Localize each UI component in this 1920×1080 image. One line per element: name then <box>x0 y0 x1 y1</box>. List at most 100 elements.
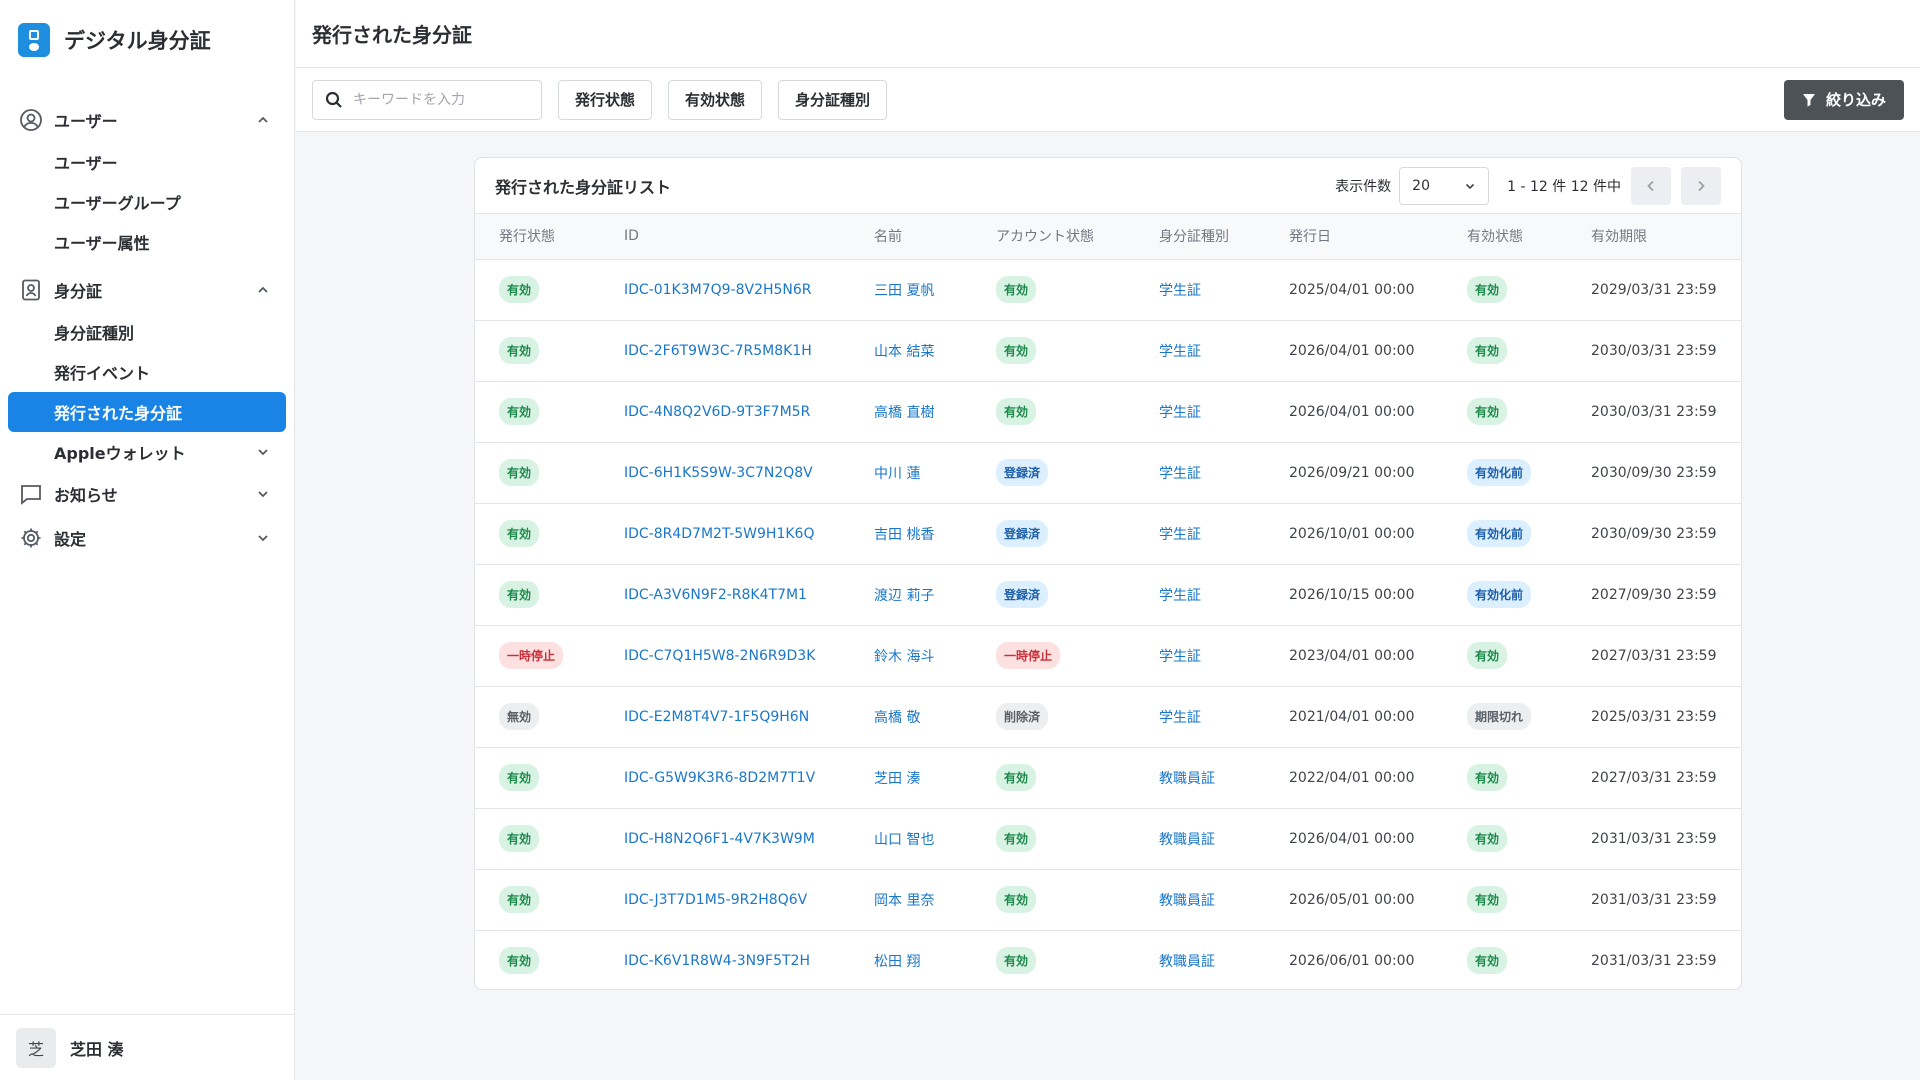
sidebar-item-user-groups[interactable]: ユーザーグループ <box>0 182 294 222</box>
table-row[interactable]: 有効 IDC-K6V1R8W4-3N9F5T2H 松田 翔 有効 教職員証 2026/06… <box>475 930 1741 989</box>
search-input[interactable] <box>353 91 523 108</box>
table-row[interactable]: 無効 IDC-E2M8T4V7-1F5Q9H6N 高橋 敬 削除済 学生証 2021/04… <box>475 686 1741 748</box>
sidebar-item-user-attributes[interactable]: ユーザー属性 <box>0 222 294 262</box>
id-link[interactable]: IDC-4N8Q2V6D-9T3F7M5R <box>624 404 810 420</box>
status-badge: 有効 <box>1467 398 1508 425</box>
status-badge: 有効 <box>499 825 540 852</box>
column-header[interactable]: 名前 <box>850 214 972 260</box>
name-link[interactable]: 鈴木 海斗 <box>874 649 934 665</box>
nav-group-label: 設定 <box>54 530 87 549</box>
name-link[interactable]: 松田 翔 <box>874 954 920 970</box>
id-link[interactable]: IDC-G5W9K3R6-8D2M7T1V <box>624 770 815 786</box>
table-row[interactable]: 有効 IDC-01K3M7Q9-8V2H5N6R 三田 夏帆 有効 学生証 2025/04… <box>475 259 1741 321</box>
id-link[interactable]: IDC-H8N2Q6F1-4V7K3W9M <box>624 831 815 847</box>
gear-icon <box>18 525 44 551</box>
sidebar-nav: ユーザー ユーザー ユーザーグループ ユーザー属性 身分証 身分証種別 発行イベ… <box>0 80 294 560</box>
column-header[interactable]: 発行状態 <box>475 214 600 260</box>
type-link[interactable]: 学生証 <box>1159 405 1201 421</box>
type-link[interactable]: 教職員証 <box>1159 954 1215 970</box>
current-user[interactable]: 芝 芝田 湊 <box>0 1014 295 1080</box>
issued-date: 2026/04/01 00:00 <box>1289 342 1415 359</box>
sidebar-item-issued-ids[interactable]: 発行された身分証 <box>8 392 286 432</box>
table-row[interactable]: 有効 IDC-4N8Q2V6D-9T3F7M5R 高橋 直樹 有効 学生証 2026/04… <box>475 381 1741 443</box>
name-link[interactable]: 高橋 直樹 <box>874 405 934 421</box>
id-link[interactable]: IDC-C7Q1H5W8-2N6R9D3K <box>624 648 815 664</box>
expiry-date: 2031/03/31 23:59 <box>1591 830 1717 847</box>
search-box[interactable] <box>312 79 542 120</box>
status-badge: 有効 <box>499 886 540 913</box>
nav-group-notices[interactable]: お知らせ <box>0 472 294 516</box>
chevron-down-icon[interactable] <box>256 487 270 501</box>
id-link[interactable]: IDC-J3T7D1M5-9R2H8Q6V <box>624 892 807 908</box>
table-row[interactable]: 有効 IDC-A3V6N9F2-R8K4T7M1 渡辺 莉子 登録済 学生証 2026/1… <box>475 564 1741 626</box>
type-link[interactable]: 学生証 <box>1159 588 1201 604</box>
expiry-date: 2030/03/31 23:59 <box>1591 342 1717 359</box>
narrow-down-button[interactable]: 絞り込み <box>1783 79 1904 120</box>
sidebar-item-users[interactable]: ユーザー <box>0 142 294 182</box>
table-row[interactable]: 有効 IDC-6H1K5S9W-3C7N2Q8V 中川 蓮 登録済 学生証 2026/09… <box>475 442 1741 504</box>
id-link[interactable]: IDC-E2M8T4V7-1F5Q9H6N <box>624 709 809 725</box>
page-size-select[interactable]: 20 <box>1399 166 1490 205</box>
column-header[interactable]: 有効期限 <box>1567 214 1741 260</box>
name-link[interactable]: 三田 夏帆 <box>874 283 934 299</box>
name-link[interactable]: 吉田 桃香 <box>874 527 934 543</box>
column-header[interactable]: アカウント状態 <box>972 214 1135 260</box>
nav-group-users[interactable]: ユーザー <box>0 98 294 142</box>
chevron-up-icon[interactable] <box>256 113 270 127</box>
table-row[interactable]: 有効 IDC-J3T7D1M5-9R2H8Q6V 岡本 里奈 有効 教職員証 2026/0… <box>475 869 1741 931</box>
chevron-up-icon[interactable] <box>256 283 270 297</box>
type-link[interactable]: 教職員証 <box>1159 832 1215 848</box>
avatar: 芝 <box>16 1027 56 1068</box>
column-header[interactable]: ID <box>600 214 850 260</box>
chevron-down-icon[interactable] <box>256 531 270 545</box>
type-link[interactable]: 学生証 <box>1159 283 1201 299</box>
prev-page-button[interactable] <box>1631 166 1671 205</box>
name-link[interactable]: 高橋 敬 <box>874 710 920 726</box>
column-header[interactable]: 有効状態 <box>1443 214 1567 260</box>
table-row[interactable]: 有効 IDC-H8N2Q6F1-4V7K3W9M 山口 智也 有効 教職員証 2026/0… <box>475 808 1741 870</box>
status-badge: 有効化前 <box>1467 459 1532 486</box>
id-link[interactable]: IDC-K6V1R8W4-3N9F5T2H <box>624 953 810 969</box>
sidebar-item-id-types[interactable]: 身分証種別 <box>0 312 294 352</box>
name-link[interactable]: 中川 蓮 <box>874 466 920 482</box>
table-row[interactable]: 有効 IDC-G5W9K3R6-8D2M7T1V 芝田 湊 有効 教職員証 2022/04… <box>475 747 1741 809</box>
type-link[interactable]: 学生証 <box>1159 710 1201 726</box>
type-link[interactable]: 教職員証 <box>1159 893 1215 909</box>
brand[interactable]: デジタル身分証 <box>0 0 294 80</box>
sidebar-item-issue-events[interactable]: 発行イベント <box>0 352 294 392</box>
expiry-date: 2030/09/30 23:59 <box>1591 525 1717 542</box>
status-badge: 有効 <box>1467 764 1508 791</box>
id-link[interactable]: IDC-8R4D7M2T-5W9H1K6Q <box>624 526 814 542</box>
nav-group-id-cards[interactable]: 身分証 <box>0 268 294 312</box>
name-link[interactable]: 岡本 里奈 <box>874 893 934 909</box>
type-link[interactable]: 学生証 <box>1159 649 1201 665</box>
table-header-row: 発行状態 ID 名前 アカウント状態 身分証種別 発行日 有効状態 有効期限 <box>475 214 1741 260</box>
filter-valid-status-button[interactable]: 有効状態 <box>668 79 763 120</box>
id-link[interactable]: IDC-2F6T9W3C-7R5M8K1H <box>624 343 812 359</box>
table-row[interactable]: 有効 IDC-8R4D7M2T-5W9H1K6Q 吉田 桃香 登録済 学生証 2026/1… <box>475 503 1741 565</box>
type-link[interactable]: 学生証 <box>1159 466 1201 482</box>
filter-issue-status-button[interactable]: 発行状態 <box>558 79 653 120</box>
type-link[interactable]: 学生証 <box>1159 527 1201 543</box>
type-link[interactable]: 学生証 <box>1159 344 1201 360</box>
name-link[interactable]: 渡辺 莉子 <box>874 588 934 604</box>
table-row[interactable]: 一時停止 IDC-C7Q1H5W8-2N6R9D3K 鈴木 海斗 一時停止 学生証 202… <box>475 625 1741 687</box>
status-badge: 登録済 <box>996 520 1049 547</box>
filter-id-type-button[interactable]: 身分証種別 <box>778 79 888 120</box>
issued-date: 2026/04/01 00:00 <box>1289 830 1415 847</box>
next-page-button[interactable] <box>1681 166 1721 205</box>
status-badge: 有効 <box>499 398 540 425</box>
name-link[interactable]: 山本 結菜 <box>874 344 934 360</box>
type-link[interactable]: 教職員証 <box>1159 771 1215 787</box>
table-row[interactable]: 有効 IDC-2F6T9W3C-7R5M8K1H 山本 結菜 有効 学生証 2026/04… <box>475 320 1741 382</box>
name-link[interactable]: 芝田 湊 <box>874 771 920 787</box>
status-badge: 有効化前 <box>1467 520 1532 547</box>
column-header[interactable]: 発行日 <box>1265 214 1443 260</box>
name-link[interactable]: 山口 智也 <box>874 832 934 848</box>
id-link[interactable]: IDC-A3V6N9F2-R8K4T7M1 <box>624 587 807 603</box>
id-link[interactable]: IDC-01K3M7Q9-8V2H5N6R <box>624 282 812 298</box>
id-link[interactable]: IDC-6H1K5S9W-3C7N2Q8V <box>624 465 813 481</box>
nav-group-settings[interactable]: 設定 <box>0 516 294 560</box>
sidebar-item-apple-wallet[interactable]: Appleウォレット <box>0 432 294 472</box>
column-header[interactable]: 身分証種別 <box>1135 214 1265 260</box>
